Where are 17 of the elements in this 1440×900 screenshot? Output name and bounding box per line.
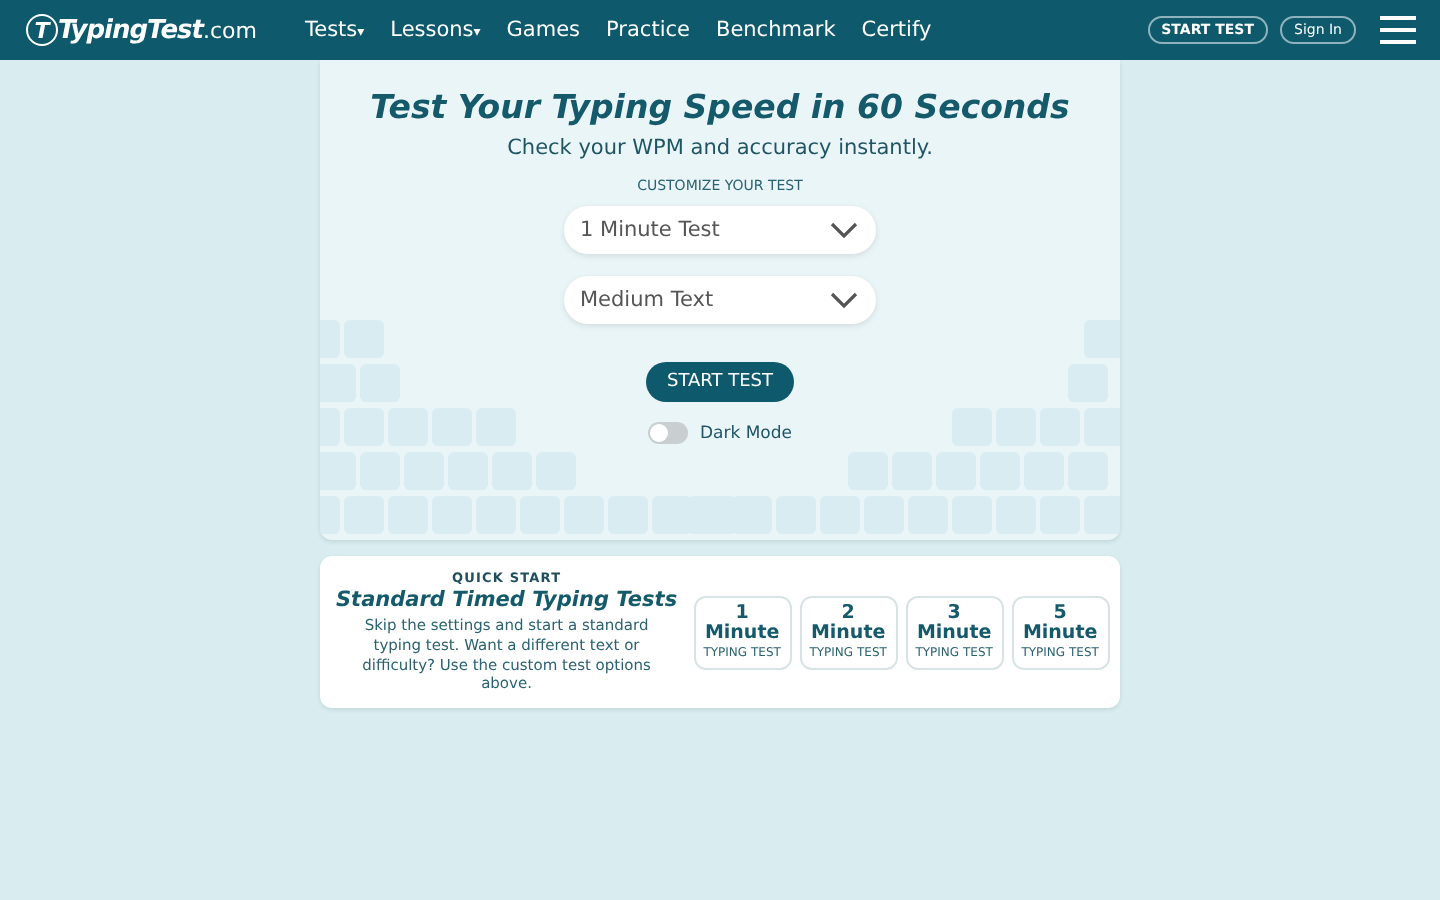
menu-icon[interactable] — [1380, 16, 1416, 44]
toggle-switch[interactable] — [647, 422, 688, 444]
hero-subtitle: Check your WPM and accuracy instantly. — [507, 136, 933, 160]
nav-link[interactable]: Practice — [606, 18, 690, 42]
chevron-down-icon — [830, 292, 858, 308]
dropdown-select[interactable]: 1 Minute Test — [564, 206, 876, 254]
toggle-label: Dark Mode — [699, 423, 793, 443]
nav-link[interactable]: Games — [506, 18, 581, 42]
start-test-button[interactable]: START TEST — [646, 362, 794, 402]
logo-icon: T — [26, 14, 58, 46]
chevron-down-icon — [830, 222, 858, 238]
hero-title: Test Your Typing Speed in 60 Seconds — [370, 88, 1070, 126]
logo[interactable]: T TypingTest.com — [26, 14, 257, 46]
nav-link[interactable]: Benchmark — [715, 18, 836, 42]
section-title: Standard Timed Typing Tests — [336, 588, 678, 612]
nav-link[interactable]: Certify — [861, 18, 932, 42]
dropdown-select[interactable]: Medium Text — [564, 276, 876, 324]
